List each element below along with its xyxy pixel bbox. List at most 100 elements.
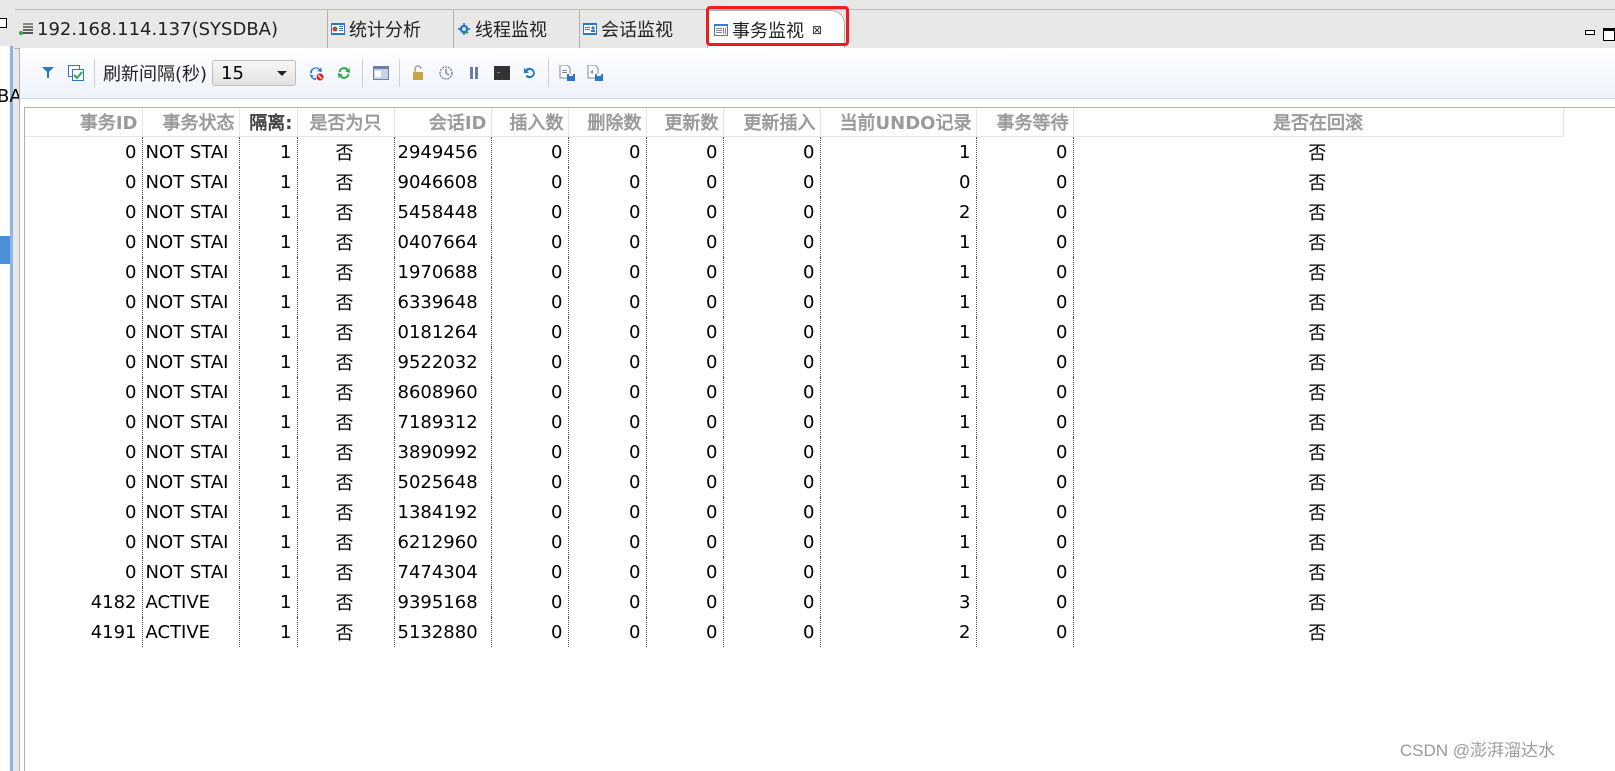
cell-deletes[interactable]: 0 bbox=[568, 136, 647, 167]
cell-transaction-id[interactable]: 0 bbox=[25, 257, 143, 287]
cell-isolation[interactable]: 1 bbox=[239, 557, 298, 587]
cell-current-undo[interactable]: 1 bbox=[820, 287, 977, 317]
cell-transaction-id[interactable]: 0 bbox=[25, 197, 143, 227]
cell-transaction-id[interactable]: 0 bbox=[25, 317, 143, 347]
cell-read-only[interactable]: 否 bbox=[297, 136, 395, 167]
cell-session-id[interactable]: 3890992 bbox=[394, 437, 492, 467]
cell-transaction-id[interactable]: 0 bbox=[25, 527, 143, 557]
cell-transaction-wait[interactable]: 0 bbox=[976, 497, 1074, 527]
cell-rolling-back[interactable]: 否 bbox=[1073, 377, 1563, 407]
cell-transaction-status[interactable]: NOT STAI bbox=[142, 407, 240, 437]
cell-rolling-back[interactable]: 否 bbox=[1073, 167, 1563, 197]
cell-isolation[interactable]: 1 bbox=[239, 347, 298, 377]
cell-current-undo[interactable]: 1 bbox=[820, 227, 977, 257]
export-icon[interactable] bbox=[559, 65, 576, 81]
cell-transaction-status[interactable]: NOT STAI bbox=[142, 557, 240, 587]
table-row[interactable]: 4182 ACTIVE 1 否 9395168 0 0 0 0 3 0 否 bbox=[25, 587, 1563, 617]
column-header-inserts[interactable]: 插入数 bbox=[491, 108, 569, 137]
cell-update-inserts[interactable]: 0 bbox=[723, 167, 821, 197]
cell-current-undo[interactable]: 1 bbox=[820, 377, 977, 407]
cell-session-id[interactable]: 0181264 bbox=[394, 317, 492, 347]
table-row[interactable]: 0 NOT STAI 1 否 9046608 0 0 0 0 0 0 否 bbox=[25, 167, 1563, 197]
cell-session-id[interactable]: 9046608 bbox=[394, 167, 492, 197]
cell-rolling-back[interactable]: 否 bbox=[1073, 197, 1563, 227]
cell-session-id[interactable]: 7474304 bbox=[394, 557, 492, 587]
cell-updates[interactable]: 0 bbox=[646, 377, 724, 407]
cell-isolation[interactable]: 1 bbox=[239, 136, 298, 167]
cell-rolling-back[interactable]: 否 bbox=[1073, 467, 1563, 497]
cell-isolation[interactable]: 1 bbox=[239, 437, 298, 467]
cell-rolling-back[interactable]: 否 bbox=[1073, 617, 1563, 647]
table-row[interactable]: 0 NOT STAI 1 否 1384192 0 0 0 0 1 0 否 bbox=[25, 497, 1563, 527]
refresh-interval-select[interactable]: 15 bbox=[212, 60, 297, 86]
cell-isolation[interactable]: 1 bbox=[239, 167, 298, 197]
cell-update-inserts[interactable]: 0 bbox=[723, 136, 821, 167]
cell-transaction-wait[interactable]: 0 bbox=[976, 617, 1074, 647]
cell-inserts[interactable]: 0 bbox=[491, 407, 569, 437]
cell-transaction-status[interactable]: NOT STAI bbox=[142, 377, 240, 407]
cell-transaction-status[interactable]: NOT STAI bbox=[142, 257, 240, 287]
cell-updates[interactable]: 0 bbox=[646, 437, 724, 467]
cell-update-inserts[interactable]: 0 bbox=[723, 317, 821, 347]
cell-session-id[interactable]: 5458448 bbox=[394, 197, 492, 227]
cell-read-only[interactable]: 否 bbox=[297, 287, 395, 317]
cell-update-inserts[interactable]: 0 bbox=[723, 617, 821, 647]
cell-transaction-status[interactable]: NOT STAI bbox=[142, 527, 240, 557]
cell-isolation[interactable]: 1 bbox=[239, 317, 298, 347]
cell-session-id[interactable]: 6339648 bbox=[394, 287, 492, 317]
cell-updates[interactable]: 0 bbox=[646, 407, 724, 437]
cell-deletes[interactable]: 0 bbox=[568, 437, 647, 467]
cell-inserts[interactable]: 0 bbox=[491, 287, 569, 317]
cell-update-inserts[interactable]: 0 bbox=[723, 557, 821, 587]
cell-session-id[interactable]: 1384192 bbox=[394, 497, 492, 527]
cell-update-inserts[interactable]: 0 bbox=[723, 197, 821, 227]
cell-inserts[interactable]: 0 bbox=[491, 347, 569, 377]
cell-transaction-id[interactable]: 0 bbox=[25, 557, 143, 587]
cell-transaction-status[interactable]: NOT STAI bbox=[142, 317, 240, 347]
table-row[interactable]: 0 NOT STAI 1 否 2949456 0 0 0 0 1 0 否 bbox=[25, 136, 1563, 167]
grid-view-icon[interactable] bbox=[373, 65, 390, 81]
cell-isolation[interactable]: 1 bbox=[239, 197, 298, 227]
cell-updates[interactable]: 0 bbox=[646, 257, 724, 287]
cell-update-inserts[interactable]: 0 bbox=[723, 377, 821, 407]
cell-transaction-status[interactable]: NOT STAI bbox=[142, 347, 240, 377]
cell-rolling-back[interactable]: 否 bbox=[1073, 587, 1563, 617]
cell-inserts[interactable]: 0 bbox=[491, 227, 569, 257]
cell-inserts[interactable]: 0 bbox=[491, 167, 569, 197]
cell-rolling-back[interactable]: 否 bbox=[1073, 347, 1563, 377]
table-row[interactable]: 0 NOT STAI 1 否 5025648 0 0 0 0 1 0 否 bbox=[25, 467, 1563, 497]
cell-read-only[interactable]: 否 bbox=[297, 257, 395, 287]
cell-transaction-wait[interactable]: 0 bbox=[976, 437, 1074, 467]
stop-refresh-icon[interactable] bbox=[308, 65, 324, 81]
column-header-updates[interactable]: 更新数 bbox=[646, 108, 724, 137]
cell-deletes[interactable]: 0 bbox=[568, 197, 647, 227]
cell-read-only[interactable]: 否 bbox=[297, 497, 395, 527]
table-row[interactable]: 0 NOT STAI 1 否 3890992 0 0 0 0 1 0 否 bbox=[25, 437, 1563, 467]
table-row[interactable]: 0 NOT STAI 1 否 7474304 0 0 0 0 1 0 否 bbox=[25, 557, 1563, 587]
cell-isolation[interactable]: 1 bbox=[239, 467, 298, 497]
cell-updates[interactable]: 0 bbox=[646, 287, 724, 317]
cell-read-only[interactable]: 否 bbox=[297, 347, 395, 377]
column-header-deletes[interactable]: 删除数 bbox=[568, 108, 647, 137]
cell-update-inserts[interactable]: 0 bbox=[723, 257, 821, 287]
tab-statistics[interactable]: 统计分析 bbox=[327, 10, 451, 48]
cell-read-only[interactable]: 否 bbox=[297, 587, 395, 617]
cell-update-inserts[interactable]: 0 bbox=[723, 407, 821, 437]
cell-transaction-id[interactable]: 0 bbox=[25, 227, 143, 257]
cell-inserts[interactable]: 0 bbox=[491, 497, 569, 527]
cell-transaction-status[interactable]: NOT STAI bbox=[142, 197, 240, 227]
cell-transaction-id[interactable]: 0 bbox=[25, 497, 143, 527]
cell-transaction-wait[interactable]: 0 bbox=[976, 317, 1074, 347]
column-header-current-undo[interactable]: 当前UNDO记录 bbox=[820, 108, 977, 137]
cell-current-undo[interactable]: 2 bbox=[820, 617, 977, 647]
cell-isolation[interactable]: 1 bbox=[239, 587, 298, 617]
cell-current-undo[interactable]: 1 bbox=[820, 347, 977, 377]
cell-isolation[interactable]: 1 bbox=[239, 257, 298, 287]
cell-deletes[interactable]: 0 bbox=[568, 257, 647, 287]
cell-deletes[interactable]: 0 bbox=[568, 287, 647, 317]
cell-session-id[interactable]: 9395168 bbox=[394, 587, 492, 617]
cell-update-inserts[interactable]: 0 bbox=[723, 527, 821, 557]
column-header-rolling-back[interactable]: 是否在回滚 bbox=[1073, 108, 1564, 137]
cell-transaction-id[interactable]: 0 bbox=[25, 437, 143, 467]
tab-connection[interactable]: 192.168.114.137(SYSDBA) bbox=[19, 10, 325, 48]
